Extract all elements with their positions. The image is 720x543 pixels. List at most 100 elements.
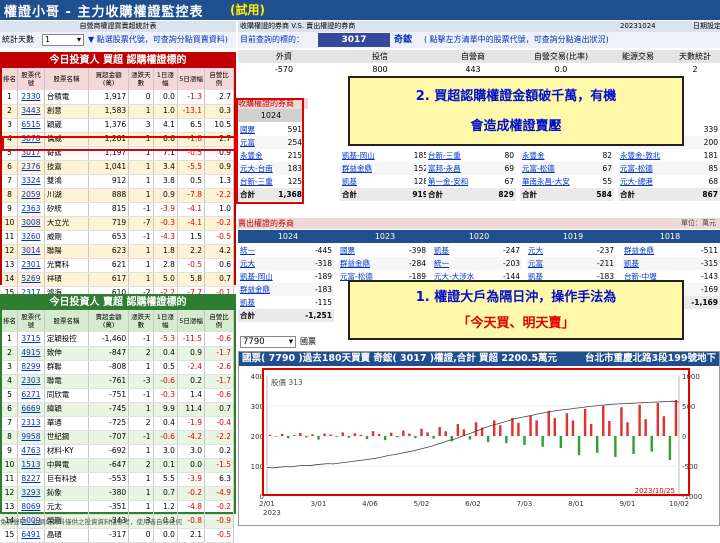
- stock-code-link[interactable]: 6669: [17, 402, 45, 417]
- broker-link[interactable]: 凱基: [238, 296, 290, 309]
- broker-link[interactable]: 群益金鼎: [622, 244, 675, 257]
- stock-code-link[interactable]: 9958: [17, 430, 45, 445]
- chart-code-input[interactable]: 7790 ▾: [240, 336, 296, 348]
- table-cell: 6: [2, 402, 19, 417]
- stat-days-select[interactable]: 1 ▾: [42, 34, 84, 46]
- stat-days-hint: ▼ 點選股票代號，可查詢分點買賣資料): [88, 35, 228, 44]
- broker-link[interactable]: 統一: [238, 244, 290, 257]
- stock-code-link[interactable]: 3715: [17, 332, 45, 347]
- stock-code-link[interactable]: 4915: [17, 346, 45, 361]
- sell-brokers-label: 賣出權證的券商 單位：萬元: [238, 218, 720, 229]
- stock-code-link[interactable]: 1513: [17, 458, 45, 473]
- stock-code-link[interactable]: 2330: [17, 90, 45, 105]
- stock-code-link[interactable]: 5269: [17, 272, 45, 287]
- stock-code-link[interactable]: 6515: [17, 118, 45, 133]
- broker-amount: 69: [504, 164, 514, 173]
- broker-link[interactable]: 統一: [432, 257, 493, 270]
- broker-row: 統一 -203: [432, 257, 522, 270]
- broker-total-row: 合計 919: [340, 188, 430, 201]
- table-cell: 2: [128, 416, 154, 431]
- table-cell: -0.3: [153, 216, 178, 231]
- column-header: 賣超金額(萬): [88, 310, 130, 332]
- broker-link[interactable]: 群益金鼎: [340, 162, 399, 175]
- stock-code-link[interactable]: 3443: [17, 104, 45, 119]
- broker-link[interactable]: 富邦-永昌: [426, 162, 488, 175]
- broker-link[interactable]: 凱基: [340, 175, 399, 188]
- table-cell: -0.6: [153, 374, 178, 389]
- table-cell: -1: [128, 430, 154, 445]
- table-cell: -1: [128, 388, 154, 403]
- column-header: 買超金額(萬): [88, 68, 130, 90]
- table-cell: -1: [128, 230, 154, 245]
- stock-code-link[interactable]: 8069: [17, 500, 45, 515]
- table-cell: -647: [88, 458, 130, 473]
- stock-code-link[interactable]: 2059: [17, 188, 45, 203]
- summary-header: 天數統計: [679, 52, 711, 61]
- disclaimer: 免責聲明：此網站資料僅供之投資資料僅參考，使用者自行任何: [0, 518, 182, 526]
- broker-link[interactable]: 永豐金-敦北: [618, 149, 689, 162]
- stock-code-link[interactable]: 3008: [17, 216, 45, 231]
- table-cell: -5.3: [153, 332, 178, 347]
- table-cell: 晶碩: [44, 528, 90, 543]
- stock-code-link[interactable]: 6271: [17, 388, 45, 403]
- broker-link[interactable]: 元富-松德: [618, 162, 689, 175]
- broker-link[interactable]: 凱基: [622, 257, 675, 270]
- broker-link[interactable]: 華南永昌-大安: [520, 175, 588, 188]
- chevron-down-icon: ▾: [76, 35, 81, 44]
- table-cell: -4.3: [153, 230, 178, 245]
- app-title: 權證小哥 - 主力收購權證監控表: [4, 5, 204, 20]
- broker-link[interactable]: 凱基: [432, 244, 493, 257]
- broker-link[interactable]: 台新-三重: [426, 149, 488, 162]
- stock-code-link[interactable]: 2313: [17, 416, 45, 431]
- stock-code-link[interactable]: 2303: [17, 374, 45, 389]
- column-header: 1日漲幅: [153, 68, 178, 90]
- table-cell: 華通: [44, 416, 90, 431]
- table-cell: 1: [128, 188, 154, 203]
- table-cell: -2.6: [204, 360, 234, 375]
- stock-code-link[interactable]: 8227: [17, 472, 45, 487]
- table-cell: 穎崴: [44, 118, 90, 133]
- stock-code-link[interactable]: 4763: [17, 444, 45, 459]
- table-cell: 0.6: [204, 258, 234, 273]
- x-tick-label: 4/06: [362, 500, 378, 508]
- table-cell: -761: [88, 374, 130, 389]
- highlight-row-3017: [2, 136, 236, 151]
- table-row: 2 3443 創意 1,583 1 1.0 -13.1 0.3: [2, 104, 234, 119]
- table-cell: 4: [2, 374, 19, 389]
- broker-link[interactable]: 元富-松德: [520, 162, 588, 175]
- table-cell: -2.4: [177, 360, 206, 375]
- broker-link[interactable]: 國票: [338, 244, 395, 257]
- table-cell: 0.9: [204, 160, 234, 175]
- broker-link[interactable]: 元大: [238, 257, 290, 270]
- stock-code-link[interactable]: 3293: [17, 486, 45, 501]
- table-row: 10 1513 中興電 -647 2 0.1 0.0 -1.5: [2, 458, 234, 473]
- table-cell: -0.5: [204, 528, 234, 543]
- broker-link[interactable]: 元大-總港: [618, 175, 689, 188]
- broker-link[interactable]: 第一金-安和: [426, 175, 488, 188]
- stock-code-link[interactable]: 3324: [17, 174, 45, 189]
- table-cell: 1: [128, 258, 154, 273]
- stock-code-link[interactable]: 2376: [17, 160, 45, 175]
- date-setting-value[interactable]: 20231024: [620, 21, 680, 32]
- broker-link[interactable]: 凱基-岡山: [238, 270, 290, 283]
- summary-value: -570: [274, 65, 294, 74]
- x-tick-label: 2/01: [259, 500, 275, 508]
- stock-code-link[interactable]: 3014: [17, 244, 45, 259]
- broker-amount: -211: [596, 259, 614, 268]
- query-code[interactable]: 3017: [318, 33, 390, 47]
- column-header: 1日漲幅: [153, 310, 178, 332]
- stock-code-link[interactable]: 2363: [17, 202, 45, 217]
- query-bar: 目前查詢的標的： 3017 奇鋐 ( 點擊左方清單中的股票代號，可查詢分點進出狀…: [238, 32, 720, 48]
- broker-link[interactable]: 元大: [526, 244, 569, 257]
- stock-code-link[interactable]: 2301: [17, 258, 45, 273]
- broker-row: 永豐金 82: [520, 149, 614, 162]
- broker-link[interactable]: 元富: [526, 257, 569, 270]
- broker-link[interactable]: 永豐金: [520, 149, 588, 162]
- broker-link[interactable]: 群益金鼎: [238, 283, 290, 296]
- stock-code-link[interactable]: 8299: [17, 360, 45, 375]
- broker-link[interactable]: 群益金鼎: [338, 257, 395, 270]
- broker-link[interactable]: 凱基-岡山: [340, 149, 399, 162]
- table-cell: 623: [88, 244, 130, 259]
- stock-code-link[interactable]: 3260: [17, 230, 45, 245]
- stock-code-link[interactable]: 6491: [17, 528, 45, 543]
